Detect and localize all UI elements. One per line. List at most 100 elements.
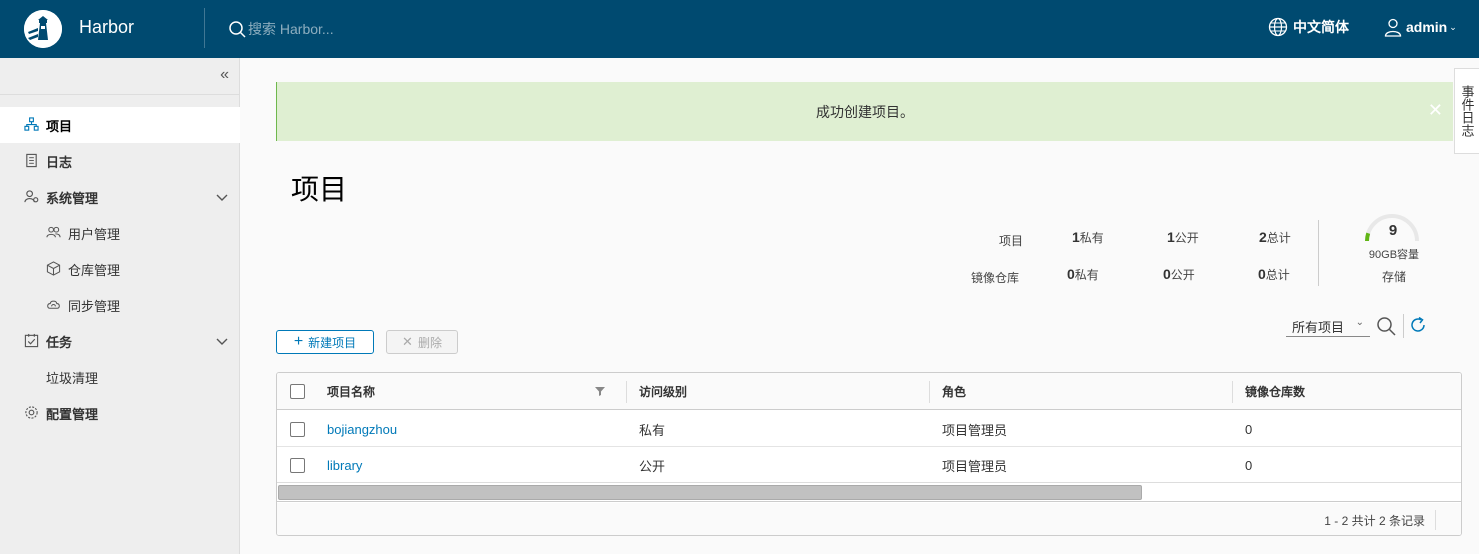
admin-icon bbox=[24, 189, 40, 205]
replication-icon bbox=[46, 297, 62, 313]
tasks-icon bbox=[24, 333, 40, 349]
stat-repos-public: 0公开 bbox=[1163, 266, 1195, 282]
sidebar-item-label: 任务 bbox=[46, 334, 73, 350]
sidebar-item-logs[interactable]: 日志 bbox=[0, 143, 240, 179]
stat-repos-private: 0私有 bbox=[1067, 266, 1099, 282]
access-level: 公开 bbox=[639, 458, 666, 474]
project-name-link[interactable]: bojiangzhou bbox=[327, 411, 397, 447]
username: admin bbox=[1406, 19, 1448, 35]
sidebar-item-registries[interactable]: 仓库管理 bbox=[0, 251, 240, 287]
column-header-access[interactable]: 访问级别 bbox=[639, 373, 687, 410]
stats-divider bbox=[1318, 220, 1319, 286]
sidebar-item-replication[interactable]: 同步管理 bbox=[0, 287, 240, 323]
close-icon: ✕ bbox=[402, 334, 413, 349]
select-all-checkbox[interactable] bbox=[290, 384, 305, 399]
brand-name[interactable]: Harbor bbox=[79, 17, 134, 38]
stat-projects-label: 项目 bbox=[999, 234, 1024, 248]
toolbar-divider bbox=[1403, 314, 1404, 338]
column-header-name[interactable]: 项目名称 bbox=[327, 373, 375, 410]
storage-gauge bbox=[1365, 214, 1419, 242]
sidebar-item-label: 同步管理 bbox=[68, 298, 121, 314]
stat-projects-private: 1私有 bbox=[1072, 229, 1104, 245]
sidebar-item-gc[interactable]: 垃圾清理 bbox=[0, 359, 240, 395]
new-project-button[interactable]: + 新建项目 bbox=[276, 330, 374, 354]
sidebar-item-label: 垃圾清理 bbox=[46, 370, 99, 386]
language-selector[interactable]: 中文简体 bbox=[1268, 17, 1349, 37]
globe-icon bbox=[1268, 17, 1288, 37]
chevron-down-icon bbox=[216, 194, 228, 201]
column-header-role[interactable]: 角色 bbox=[942, 373, 966, 410]
search-icon bbox=[229, 21, 246, 38]
role: 项目管理员 bbox=[942, 458, 1008, 474]
access-level: 私有 bbox=[639, 422, 666, 438]
page-title: 项目 bbox=[291, 174, 348, 205]
user-icon bbox=[1384, 18, 1402, 37]
table-row: bojiangzhou 私有 项目管理员 0 bbox=[277, 411, 1461, 447]
sidebar-item-system-admin[interactable]: 系统管理 bbox=[0, 179, 240, 215]
alert-message: 成功创建项目。 bbox=[816, 103, 914, 120]
sidebar: « 项目 日志 系统管理 用户管理 仓库管理 同步管理 任务 垃圾清理 配置管理 bbox=[0, 58, 240, 554]
sidebar-item-label: 配置管理 bbox=[46, 406, 99, 422]
column-separator[interactable] bbox=[929, 381, 930, 403]
global-search[interactable] bbox=[228, 18, 448, 40]
horizontal-scrollbar[interactable] bbox=[277, 482, 1461, 502]
table-footer: 1 - 2 共计 2 条记录 bbox=[277, 503, 1461, 535]
column-separator[interactable] bbox=[626, 381, 627, 403]
repo-count: 0 bbox=[1245, 421, 1253, 437]
scrollbar-thumb[interactable] bbox=[278, 485, 1142, 500]
header-divider bbox=[204, 8, 205, 48]
storage-used: 9 bbox=[1388, 222, 1398, 239]
top-header: Harbor 中文简体 admin ⌄ bbox=[0, 0, 1479, 58]
sidebar-item-config[interactable]: 配置管理 bbox=[0, 395, 240, 431]
storage-label: 存储 bbox=[1381, 270, 1406, 284]
table-header: 项目名称 访问级别 角色 镜像仓库数 bbox=[277, 373, 1461, 410]
new-project-label: 新建项目 bbox=[308, 335, 357, 350]
close-icon[interactable]: ✕ bbox=[1428, 100, 1443, 121]
search-input[interactable] bbox=[248, 21, 448, 37]
row-checkbox[interactable] bbox=[290, 422, 305, 437]
sidebar-item-users[interactable]: 用户管理 bbox=[0, 215, 240, 251]
plus-icon: + bbox=[293, 333, 304, 350]
project-name-link[interactable]: library bbox=[327, 447, 362, 483]
sidebar-divider bbox=[0, 94, 240, 95]
sidebar-item-projects[interactable]: 项目 bbox=[0, 107, 240, 143]
refresh-icon[interactable] bbox=[1409, 316, 1427, 334]
filter-icon[interactable] bbox=[595, 386, 605, 396]
footer-divider bbox=[1435, 510, 1436, 530]
event-log-tab[interactable]: 事件日志 bbox=[1454, 68, 1479, 154]
projects-icon bbox=[24, 117, 40, 133]
search-icon[interactable] bbox=[1376, 316, 1396, 336]
filter-label: 所有项目 bbox=[1292, 319, 1345, 335]
pagination-info: 1 - 2 共计 2 条记录 bbox=[1324, 514, 1425, 528]
registries-icon bbox=[46, 261, 62, 277]
logs-icon bbox=[24, 153, 40, 169]
delete-label: 删除 bbox=[417, 335, 442, 350]
user-menu[interactable]: admin ⌄ bbox=[1383, 17, 1457, 37]
sidebar-item-label: 用户管理 bbox=[68, 226, 121, 242]
chevron-down-icon: ⌄ bbox=[1449, 21, 1457, 32]
sidebar-item-label: 系统管理 bbox=[46, 190, 99, 206]
repo-count: 0 bbox=[1245, 457, 1253, 473]
sidebar-item-tasks[interactable]: 任务 bbox=[0, 323, 240, 359]
users-icon bbox=[46, 225, 62, 241]
stat-repos-total: 0总计 bbox=[1258, 266, 1290, 282]
role: 项目管理员 bbox=[942, 422, 1008, 438]
collapse-sidebar-icon[interactable]: « bbox=[220, 66, 229, 84]
column-header-repos[interactable]: 镜像仓库数 bbox=[1245, 373, 1305, 410]
projects-table: 项目名称 访问级别 角色 镜像仓库数 bojiangzhou 私有 项目管理员 … bbox=[276, 372, 1462, 536]
row-checkbox[interactable] bbox=[290, 458, 305, 473]
sidebar-item-label: 仓库管理 bbox=[68, 262, 121, 278]
success-alert: 成功创建项目。 ✕ bbox=[276, 82, 1453, 141]
chevron-down-icon: ⌄ bbox=[1355, 317, 1364, 328]
chevron-down-icon bbox=[216, 338, 228, 345]
column-separator[interactable] bbox=[1232, 381, 1233, 403]
stat-projects-public: 1公开 bbox=[1167, 229, 1199, 245]
gear-icon bbox=[24, 405, 40, 421]
delete-button[interactable]: ✕ 删除 bbox=[386, 330, 458, 354]
stat-repos-label: 镜像仓库 bbox=[971, 271, 1020, 285]
sidebar-item-label: 项目 bbox=[46, 118, 73, 134]
storage-capacity: 90GB容量 bbox=[1368, 249, 1420, 261]
stat-projects-total: 2总计 bbox=[1259, 229, 1291, 245]
project-filter-select[interactable]: 所有项目 ⌄ bbox=[1286, 316, 1370, 337]
harbor-logo-icon[interactable] bbox=[24, 10, 62, 48]
